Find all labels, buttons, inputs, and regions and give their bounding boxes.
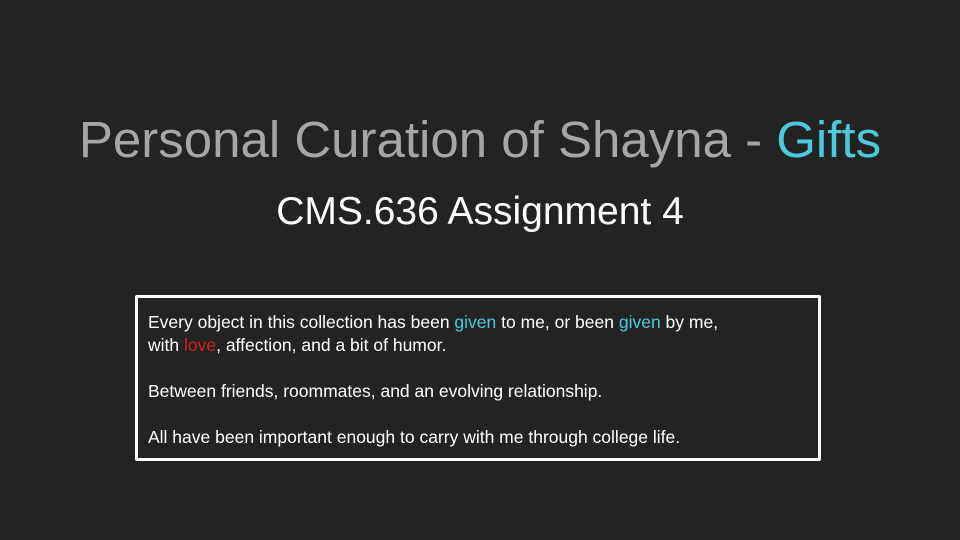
title-accent-text: Gifts [776, 111, 882, 168]
slide: Personal Curation of Shayna - Gifts CMS.… [0, 0, 960, 540]
p1-text-4: with [148, 335, 184, 355]
p1-text-3: by me, [660, 312, 719, 332]
description-paragraph-2: Between friends, roommates, and an evolv… [148, 381, 603, 401]
slide-title: Personal Curation of Shayna - Gifts [0, 110, 960, 170]
title-main-text: Personal Curation of Shayna - [78, 111, 777, 168]
description-textbox: Every object in this collection has been… [135, 295, 821, 461]
highlight-given-1: given [454, 312, 497, 332]
p1-text-1: Every object in this collection has been [148, 312, 455, 332]
description-paragraph-1: Every object in this collection has been… [148, 311, 808, 357]
p1-text-5: , affection, and a bit of humor. [216, 335, 447, 355]
slide-subtitle: CMS.636 Assignment 4 [276, 190, 684, 233]
highlight-love: love [183, 335, 217, 355]
p1-text-2: to me, or been [496, 312, 619, 332]
description-paragraph-3: All have been important enough to carry … [148, 427, 681, 447]
highlight-given-2: given [618, 312, 661, 332]
